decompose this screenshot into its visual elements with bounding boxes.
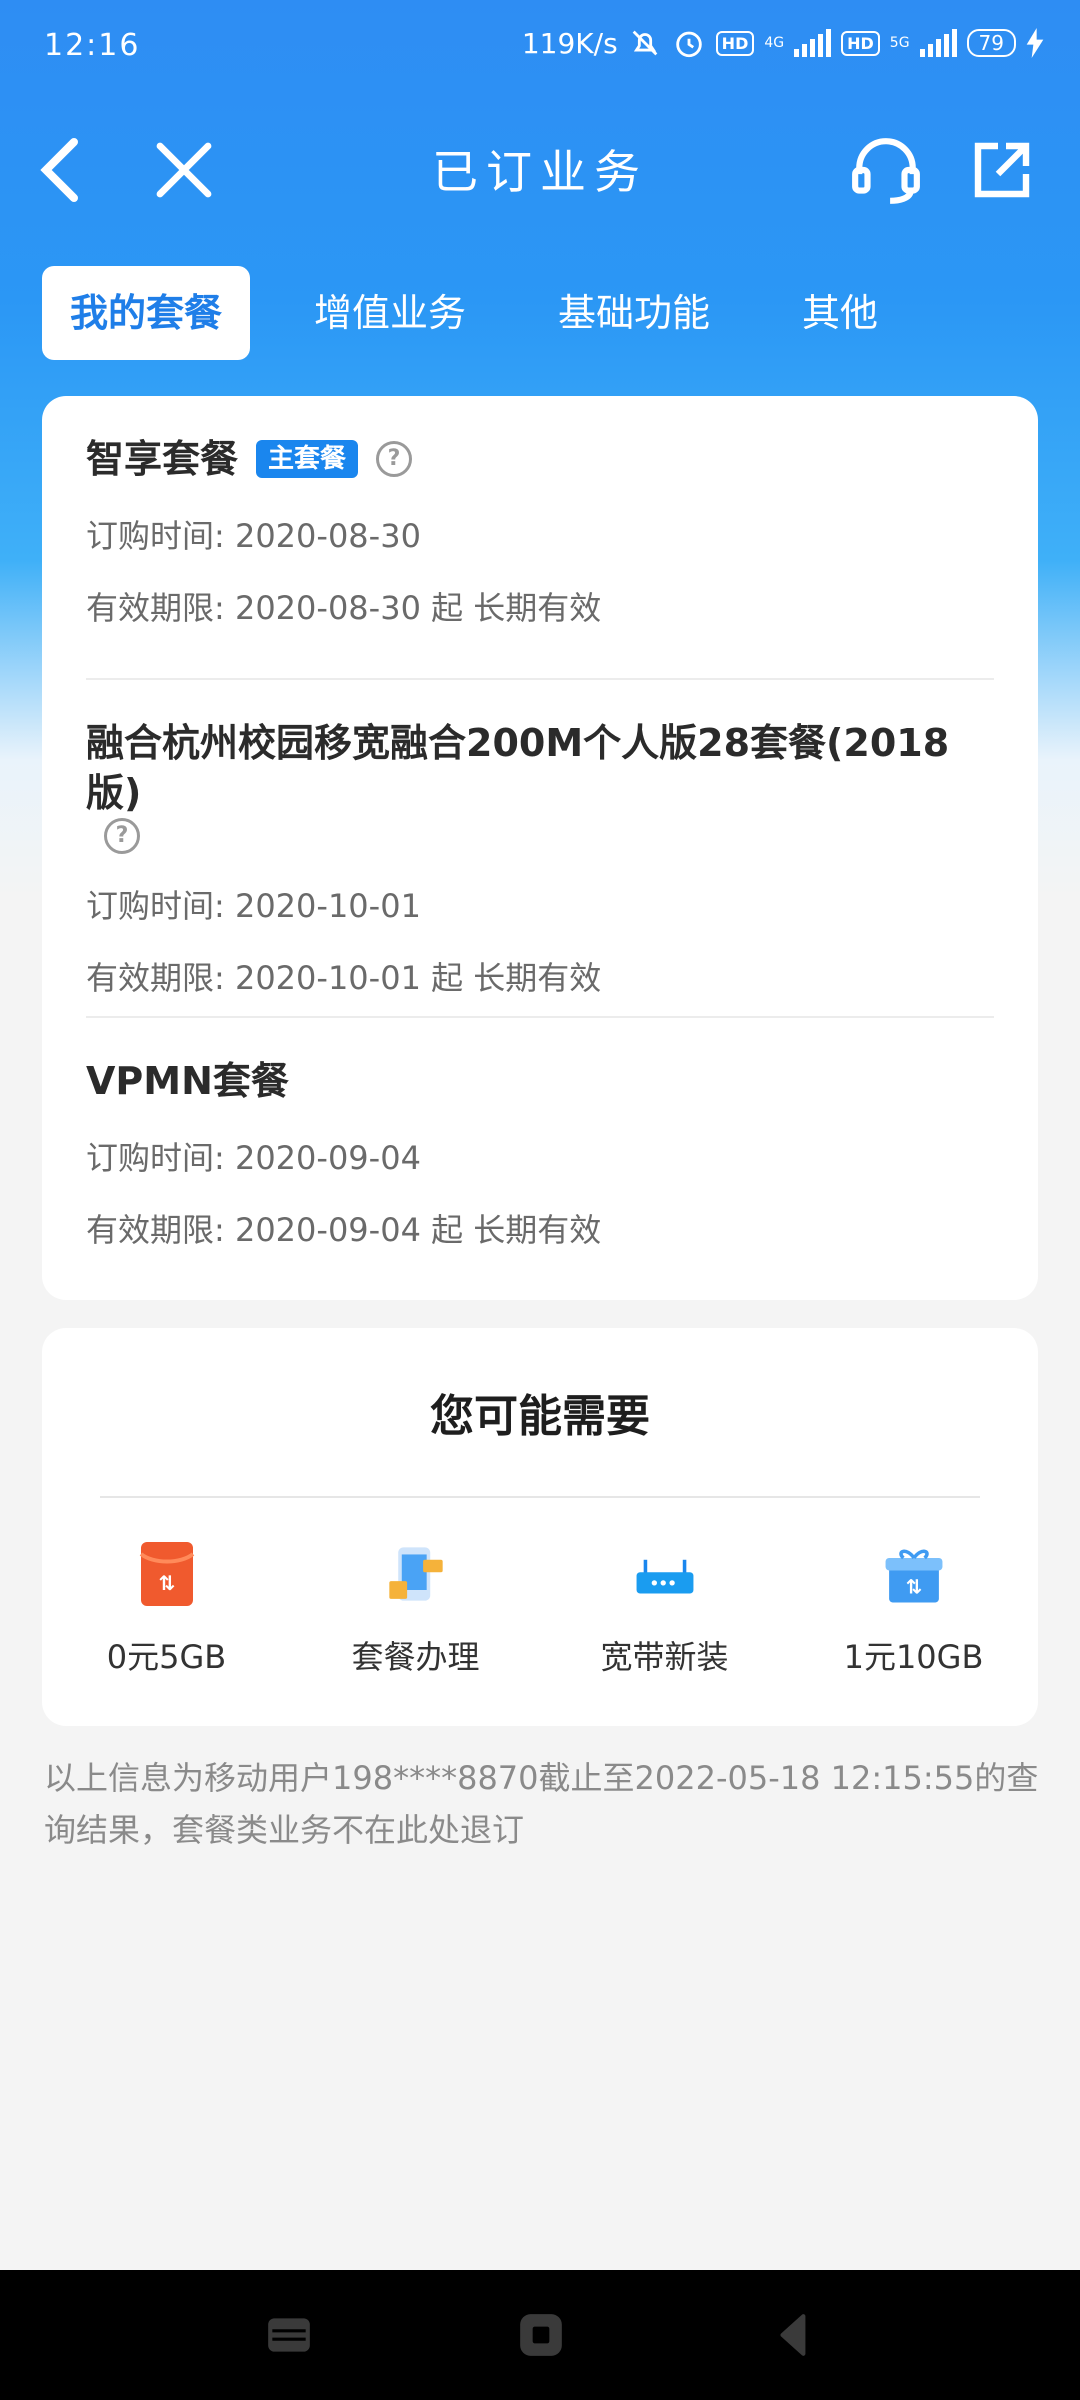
recommend-label: 宽带新装	[600, 1638, 729, 1676]
valid-period: 有效期限: 2020-09-04 起 长期有效	[86, 1211, 602, 1249]
tab-bar: 我的套餐 增值业务 基础功能 其他	[42, 266, 942, 360]
recommend-card: 您可能需要 ⇅ 0元5GB 套餐办理 宽带新装 ⇅ 1元10GB	[42, 1328, 1038, 1726]
red-envelope-icon: ⇅	[139, 1542, 194, 1606]
hd-badge-1: HD	[715, 30, 755, 56]
hd-badge-2: HD	[841, 30, 880, 56]
order-time: 订购时间: 2020-09-04	[86, 1139, 421, 1177]
package-item: VPMN套餐 订购时间: 2020-09-04 有效期限: 2020-09-04…	[86, 1018, 994, 1298]
system-nav-bar	[0, 2270, 1080, 2400]
help-icon[interactable]: ?	[104, 818, 140, 854]
router-icon	[636, 1559, 693, 1594]
recommend-item-broadband[interactable]: 宽带新装	[540, 1538, 789, 1678]
recommend-item-0yuan-5gb[interactable]: ⇅ 0元5GB	[42, 1538, 291, 1678]
battery-indicator: 79	[966, 29, 1016, 57]
charging-icon	[1026, 28, 1044, 58]
home-button[interactable]	[516, 2310, 566, 2360]
valid-period: 有效期限: 2020-10-01 起 长期有效	[86, 959, 602, 997]
package-title: 融合杭州校园移宽融合200M个人版28套餐(2018版) ?	[86, 718, 994, 854]
status-bar: 12:16 119K/s HD 4G HD 5G 79	[0, 0, 1080, 90]
phone-plan-icon	[388, 1547, 443, 1601]
package-name: VPMN套餐	[86, 1059, 289, 1103]
status-right: 119K/s HD 4G HD 5G 79	[522, 26, 1044, 60]
package-name: 融合杭州校园移宽融合200M个人版28套餐(2018版)	[86, 721, 950, 815]
tab-my-package[interactable]: 我的套餐	[42, 266, 251, 360]
net-type-2: 5G	[889, 35, 910, 51]
recommend-item-plan[interactable]: 套餐办理	[291, 1538, 540, 1678]
menu-button[interactable]	[264, 2310, 314, 2360]
package-list: 智享套餐 主套餐 ? 订购时间: 2020-08-30 有效期限: 2020-0…	[42, 396, 1038, 1298]
recommend-item-1yuan-10gb[interactable]: ⇅ 1元10GB	[789, 1538, 1038, 1678]
package-name: 智享套餐	[86, 437, 239, 481]
svg-text:⇅: ⇅	[905, 1576, 921, 1599]
order-time: 订购时间: 2020-10-01	[86, 887, 421, 925]
tab-value-added[interactable]: 增值业务	[286, 266, 494, 360]
order-time: 订购时间: 2020-08-30	[86, 517, 421, 555]
svg-text:⇅: ⇅	[158, 1571, 175, 1595]
recommend-label: 0元5GB	[106, 1638, 227, 1676]
status-time: 12:16	[44, 28, 141, 63]
alarm-icon	[675, 31, 702, 58]
package-title: 智享套餐 主套餐 ?	[86, 434, 994, 484]
package-card: 智享套餐 主套餐 ? 订购时间: 2020-08-30 有效期限: 2020-0…	[42, 396, 1038, 1300]
signal-icon-2	[919, 29, 957, 57]
tab-other[interactable]: 其他	[774, 266, 906, 360]
recommend-label: 1元10GB	[843, 1638, 984, 1676]
package-title: VPMN套餐	[86, 1056, 994, 1106]
share-button[interactable]	[962, 130, 1042, 210]
network-speed: 119K/s	[521, 26, 618, 60]
mute-bell-icon	[632, 30, 658, 56]
share-icon	[974, 142, 1030, 198]
net-type-1: 4G	[764, 35, 785, 51]
package-item: 智享套餐 主套餐 ? 订购时间: 2020-08-30 有效期限: 2020-0…	[86, 396, 994, 680]
main-package-badge: 主套餐	[256, 440, 359, 478]
signal-icon-1	[794, 29, 832, 57]
customer-service-button[interactable]	[846, 130, 926, 210]
nav-bar: 已订业务	[0, 110, 1080, 220]
page: 12:16 119K/s HD 4G HD 5G 79 已订业务 我的套餐 增值…	[0, 0, 1080, 2400]
back-nav-button[interactable]	[770, 2310, 820, 2360]
help-icon[interactable]: ?	[376, 441, 413, 477]
recommend-grid: ⇅ 0元5GB 套餐办理 宽带新装 ⇅ 1元10GB	[42, 1498, 1038, 1678]
gift-box-icon: ⇅	[885, 1549, 942, 1603]
tab-basic-functions[interactable]: 基础功能	[530, 266, 738, 360]
query-footnote: 以上信息为移动用户198****8870截止至2022-05-18 12:15:…	[44, 1759, 1039, 1849]
valid-period: 有效期限: 2020-08-30 起 长期有效	[86, 589, 602, 627]
package-item: 融合杭州校园移宽融合200M个人版28套餐(2018版) ? 订购时间: 202…	[86, 680, 994, 1018]
recommend-title: 您可能需要	[430, 1391, 650, 1442]
recommend-label: 套餐办理	[351, 1638, 480, 1676]
headset-icon	[852, 138, 920, 204]
